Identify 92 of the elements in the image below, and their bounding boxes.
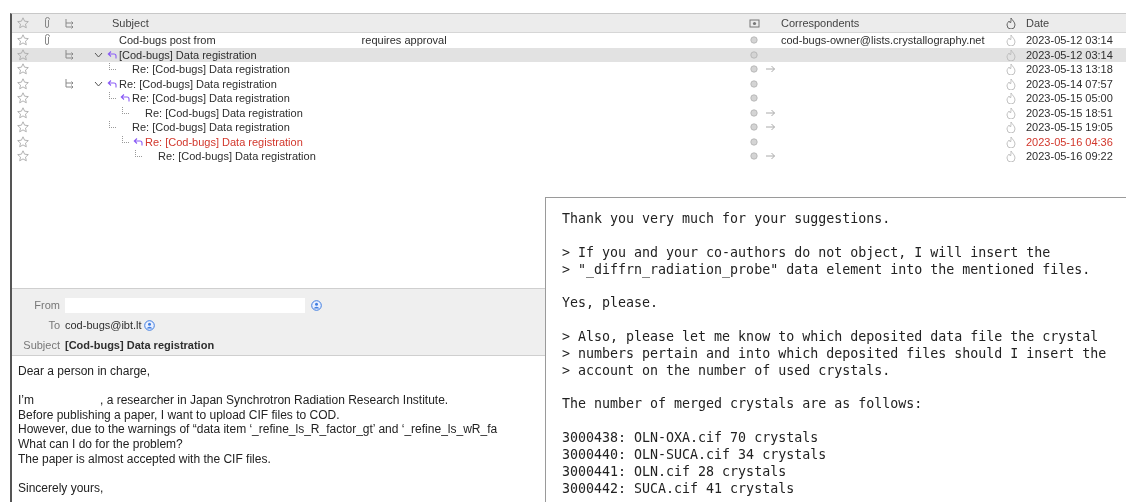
star-icon[interactable] (17, 48, 29, 61)
date-text: 2023-05-16 09:22 (1026, 150, 1113, 162)
date-text: 2023-05-14 07:57 (1026, 77, 1113, 90)
flame-icon[interactable] (1006, 17, 1016, 29)
date-text: 2023-05-13 13:18 (1026, 63, 1113, 75)
body-text: > If you and your co-authors do not object, I will insert the (562, 244, 1051, 260)
paperclip-icon[interactable] (43, 17, 51, 29)
body-text: Dear a person in charge, (18, 364, 151, 378)
flame-icon (1006, 92, 1016, 105)
tree-line (122, 135, 129, 143)
date-text: 2023-05-15 18:51 (1026, 106, 1113, 119)
subject-text: Re: [Cod-bugs] Data registration (145, 134, 303, 150)
subject-text: [Cod-bugs] Data registration (119, 47, 257, 63)
thread-icon[interactable] (64, 49, 75, 61)
message-subject: [Cod-bugs] Data registration (65, 337, 215, 353)
star-icon[interactable] (17, 34, 29, 47)
subject-text: Re: [Cod-bugs] Data registration (132, 120, 290, 135)
subject-text: Re: [Cod-bugs] Data registration (132, 91, 290, 106)
flame-icon (1006, 150, 1016, 163)
from-label: From (33, 297, 60, 313)
message-row[interactable]: Re: [Cod-bugs] Data registration 2023-05-14 07:57 (12, 76, 1126, 91)
read-status-icon[interactable] (748, 18, 760, 28)
flame-icon (1006, 63, 1016, 76)
date-text: 2023-05-16 04:36 (1026, 135, 1113, 148)
star-icon[interactable] (17, 77, 29, 90)
message-row[interactable]: [Cod-bugs] Data registration 2023-05-12 03:14 (12, 47, 1126, 62)
body-text: 3000442: SUCA.cif 41 crystals (562, 480, 795, 496)
message-row[interactable]: Re: [Cod-bugs] Data registration 2023-05-16 09:22 (12, 149, 1126, 164)
contact-icon[interactable] (144, 320, 156, 332)
subject-text: Re: [Cod-bugs] Data registration (132, 62, 290, 77)
body-text: > Also, please let me know to which deposited data file the crystal (562, 328, 1099, 344)
body-text: What can I do for the problem? (18, 436, 183, 451)
flame-icon (1006, 34, 1016, 47)
flame-icon (1006, 48, 1016, 61)
tree-line (122, 106, 129, 114)
star-icon[interactable] (17, 121, 29, 134)
date-text: 2023-05-15 19:05 (1026, 121, 1113, 133)
body-text: > account on the number of used crystals. (562, 362, 891, 378)
body-text: Sincerely yours, (18, 480, 104, 495)
chevron-icon[interactable] (93, 80, 103, 87)
body-text: 3000440: OLN-SUCA.cif 34 crystals (562, 446, 827, 462)
star-icon[interactable] (17, 106, 29, 119)
thread-icon[interactable] (64, 17, 75, 29)
star-icon[interactable] (17, 135, 29, 148)
body-text: Thank you very much for your suggestions. (562, 211, 891, 226)
flame-icon (1006, 135, 1016, 148)
column-header[interactable]: Date (1026, 16, 1050, 29)
subject-text: requires approval (361, 33, 447, 48)
body-text: I’m (18, 393, 34, 408)
contact-icon[interactable] (310, 300, 322, 312)
flame-icon (1006, 106, 1016, 119)
subject-text: Cod-bugs post from (119, 33, 216, 48)
tree-line (109, 92, 116, 100)
message-row[interactable]: Cod-bugs post from requires approval cod-bugs-owner@lists.crystallography.net 2023-05-12 03:14 (12, 33, 1126, 48)
flame-icon (1006, 121, 1016, 134)
star-icon[interactable] (17, 17, 29, 29)
body-text: The paper is almost accepted with the CIF files. (18, 451, 271, 466)
subject-text: Re: [Cod-bugs] Data registration (158, 149, 316, 164)
date-text: 2023-05-12 03:14 (1026, 48, 1113, 61)
tree-line (135, 150, 142, 158)
subject-label: Subject (22, 337, 60, 353)
correspondent-text: cod-bugs-owner@lists.crystallography.net (781, 34, 985, 46)
tree-line (109, 121, 116, 129)
body-text: Yes, please. (562, 295, 659, 311)
body-text: , a researcher in Japan Synchrotron Radiation Research Institute. (100, 393, 449, 408)
message-row[interactable]: Re: [Cod-bugs] Data registration 2023-05-15 19:05 (12, 120, 1126, 135)
body-text: However, due to the warnings of “data item ‘_refine_ls_R_factor_gt’ and ‘_refine_ls_wR_fa (18, 422, 498, 437)
message-row[interactable]: Re: [Cod-bugs] Data registration 2023-05-16 04:36 (12, 134, 1126, 149)
star-icon[interactable] (17, 150, 29, 163)
to-label: To (47, 317, 60, 333)
body-text: The number of merged crystals are as follows: (562, 396, 923, 412)
column-header[interactable]: Correspondents (781, 16, 860, 29)
message-row[interactable]: Re: [Cod-bugs] Data registration 2023-05-13 13:18 (12, 62, 1126, 77)
subject-text: Re: [Cod-bugs] Data registration (119, 76, 277, 92)
date-text: 2023-05-15 05:00 (1026, 92, 1113, 104)
star-icon[interactable] (17, 63, 29, 76)
body-text: 3000441: OLN.cif 28 crystals (562, 463, 787, 479)
recipient-address[interactable]: cod-bugs@ibt.lt (65, 316, 142, 334)
chevron-icon[interactable] (93, 51, 103, 58)
flame-icon (1006, 77, 1016, 90)
body-text: Before publishing a paper, I want to upload CIF files to COD. (18, 407, 340, 422)
tree-line (109, 63, 116, 71)
message-row[interactable]: Re: [Cod-bugs] Data registration 2023-05-15 05:00 (12, 91, 1126, 106)
body-text: > numbers pertain and into which deposited files should I insert the (562, 345, 1107, 361)
column-header[interactable]: Subject (112, 14, 149, 32)
thread-icon[interactable] (64, 78, 75, 90)
star-icon[interactable] (17, 92, 29, 105)
body-text: 3000438: OLN-OXA.cif 70 crystals (562, 429, 819, 445)
message-row[interactable]: Re: [Cod-bugs] Data registration 2023-05-15 18:51 (12, 105, 1126, 120)
date-text: 2023-05-12 03:14 (1026, 34, 1113, 46)
subject-text: Re: [Cod-bugs] Data registration (145, 105, 303, 121)
body-text: > "_diffrn_radiation_probe" data element into the mentioned files. (562, 261, 1091, 277)
